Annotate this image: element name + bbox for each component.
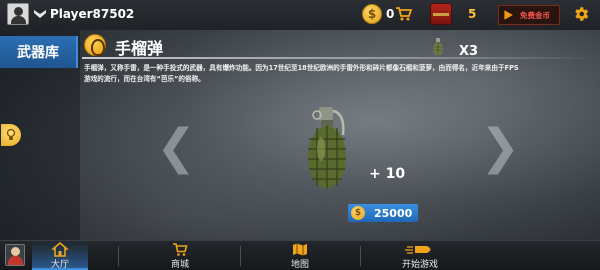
nav-start-game[interactable]: 开始游戏 xyxy=(388,241,452,270)
character-avatar[interactable] xyxy=(5,244,25,266)
grenade-category-icon xyxy=(84,34,106,56)
lightbulb-glyph-icon xyxy=(6,128,16,140)
map-icon xyxy=(293,243,307,256)
nav-label: 开始游戏 xyxy=(401,260,438,270)
grenade-model-image xyxy=(308,107,346,188)
bullet-icon xyxy=(405,246,431,254)
free-coins-button[interactable]: 免费金币 xyxy=(498,5,560,25)
weapon-description: 手榴弹，又称手雷，是一种手投式的武器，具有爆炸功能。因为17世纪至18世纪欧洲的… xyxy=(84,64,519,83)
coin-icon: $ xyxy=(362,4,382,24)
title-divider xyxy=(82,57,600,59)
nav-divider xyxy=(118,246,119,266)
grenade-quantity: X3 xyxy=(459,44,479,59)
gear-icon[interactable] xyxy=(572,5,590,23)
coin-count: 0 xyxy=(386,7,395,21)
player-name: Player87502 xyxy=(50,7,135,21)
nav-divider xyxy=(240,246,241,266)
weapon-title: 手榴弹 xyxy=(115,39,164,58)
profile-avatar[interactable] xyxy=(7,3,29,25)
free-coins-label: 免费金币 xyxy=(520,10,550,20)
chest-count: 5 xyxy=(468,7,477,21)
nav-lobby[interactable]: 大厅 xyxy=(32,241,88,270)
nav-shop[interactable]: 商城 xyxy=(152,241,208,270)
coin-icon: $ xyxy=(351,206,365,220)
nav-label: 地图 xyxy=(290,260,309,270)
play-icon xyxy=(504,10,513,20)
tab-armory[interactable]: 武器库 xyxy=(0,36,78,68)
next-arrow-icon[interactable]: ❯ xyxy=(480,123,520,171)
reward-amount: + 10 xyxy=(369,166,406,182)
nav-map[interactable]: 地图 xyxy=(272,241,328,270)
rank-chevron-icon xyxy=(34,10,46,18)
price-value: 25000 xyxy=(374,206,413,220)
cart-icon xyxy=(173,243,188,256)
nav-label: 大厅 xyxy=(50,260,69,270)
treasure-chest-icon[interactable] xyxy=(430,3,452,25)
previous-arrow-icon[interactable]: ❮ xyxy=(156,123,196,171)
add-coins-cart-icon[interactable] xyxy=(395,6,413,22)
nav-label: 商城 xyxy=(170,260,189,270)
nav-divider xyxy=(360,246,361,266)
buy-button[interactable]: $ 25000 xyxy=(348,204,418,222)
home-icon xyxy=(52,242,68,257)
grenade-icon xyxy=(433,38,443,56)
